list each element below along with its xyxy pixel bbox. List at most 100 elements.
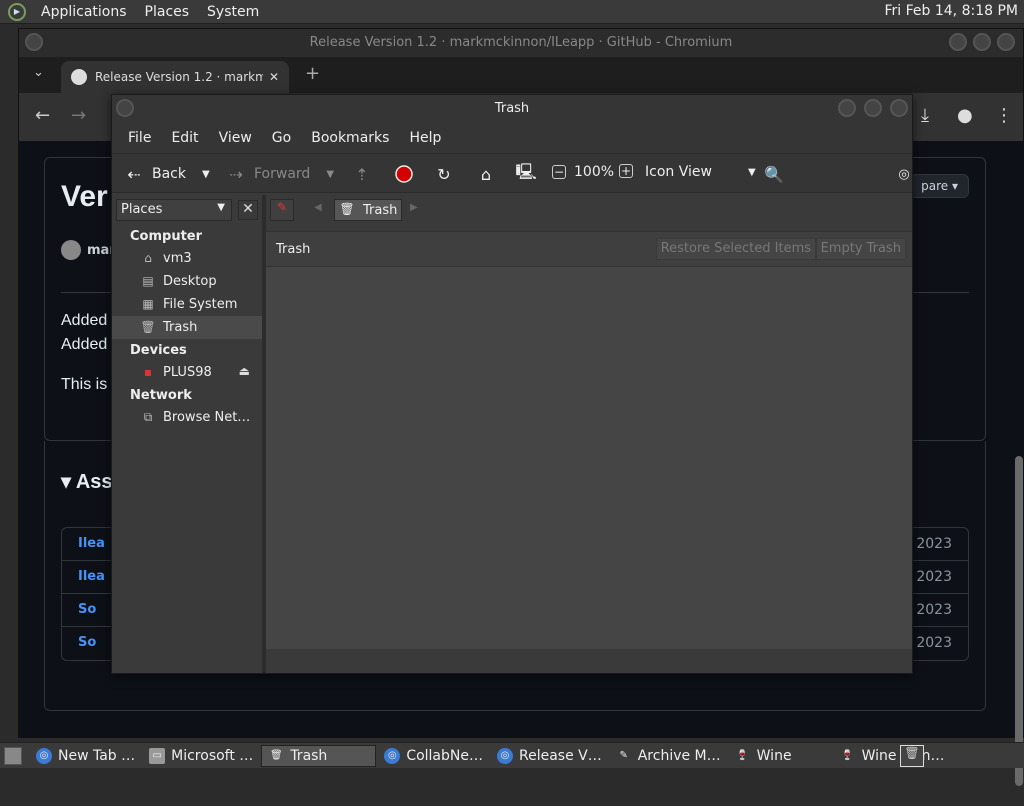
- sidebar-type-select[interactable]: Places▼: [116, 199, 232, 221]
- trash-applet-icon[interactable]: 🗑: [900, 745, 924, 767]
- profile-icon[interactable]: ●: [957, 105, 973, 126]
- wine-icon: 🍷: [840, 748, 856, 764]
- back-button[interactable]: ⇠Back▼: [124, 164, 210, 184]
- assets-heading[interactable]: ▾ Ass: [61, 469, 113, 494]
- filesystem-icon: ▦: [140, 297, 156, 313]
- trash-icon: 🗑: [268, 748, 284, 764]
- taskbar-item-wine-mono[interactable]: 🍷Wine Mon…: [834, 745, 951, 767]
- throbber-icon: ◎: [894, 164, 914, 184]
- sidebar-item-vm3[interactable]: ⌂vm3: [112, 247, 262, 270]
- sidebar-item-browse-network[interactable]: ⧉Browse Net…: [112, 406, 262, 429]
- sidebar-section-devices: Devices: [112, 339, 262, 361]
- menu-help[interactable]: Help: [399, 130, 451, 146]
- menu-applications[interactable]: Applications: [32, 4, 136, 20]
- wine-icon: 🍷: [735, 748, 751, 764]
- file-view-area[interactable]: [266, 267, 912, 649]
- path-button-trash[interactable]: 🗑Trash: [334, 199, 402, 221]
- window-menu-icon[interactable]: [25, 33, 43, 51]
- menu-places[interactable]: Places: [136, 4, 199, 20]
- new-tab-icon[interactable]: +: [305, 63, 320, 84]
- top-panel: ▶ Applications Places System Fri Feb 14,…: [0, 0, 1024, 24]
- taskbar-item-collabnet[interactable]: ◎CollabNe…: [378, 745, 489, 767]
- window-menu-icon[interactable]: [116, 99, 134, 117]
- sidebar: Places▼ ✕ Computer ⌂vm3 ▤Desktop ▦File S…: [112, 195, 262, 673]
- sidebar-item-desktop[interactable]: ▤Desktop: [112, 270, 262, 293]
- sidebar-close-button[interactable]: ✕: [238, 200, 258, 220]
- chromium-titlebar: Release Version 1.2 · markmckinnon/ILeap…: [19, 29, 1023, 57]
- reload-button[interactable]: ↻: [434, 164, 462, 184]
- info-bar-label: Trash: [276, 242, 310, 257]
- taskbar-item-release[interactable]: ◎Release V…: [491, 745, 608, 767]
- network-icon: ⧉: [140, 410, 156, 426]
- release-note-line: Added: [61, 312, 107, 330]
- zoom-in-button[interactable]: +: [619, 164, 641, 178]
- forward-button[interactable]: ⇢Forward▼: [226, 164, 334, 184]
- panel-clock[interactable]: Fri Feb 14, 8:18 PM: [885, 3, 1019, 19]
- zoom-out-button[interactable]: −100%: [552, 164, 614, 180]
- minimize-icon[interactable]: [838, 99, 856, 117]
- tab-close-icon[interactable]: ✕: [269, 70, 279, 84]
- trash-icon: 🗑: [339, 202, 355, 218]
- archive-icon: ✎: [616, 748, 632, 764]
- os-logo-icon[interactable]: ▶: [8, 3, 26, 21]
- forward-arrow-icon[interactable]: →: [71, 105, 86, 126]
- sidebar-section-network: Network: [112, 384, 262, 406]
- close-icon[interactable]: [890, 99, 908, 117]
- eject-icon[interactable]: ⏏: [239, 364, 250, 378]
- path-scroll-right-icon[interactable]: ▶: [410, 202, 418, 213]
- taskbar-item-microsoft[interactable]: ▭Microsoft …: [143, 745, 259, 767]
- forward-history-dropdown-icon[interactable]: ▼: [326, 169, 334, 180]
- search-button[interactable]: 🔍: [764, 164, 792, 184]
- release-author[interactable]: mar: [61, 240, 116, 260]
- reload-icon: ↻: [434, 164, 454, 184]
- menu-go[interactable]: Go: [262, 130, 301, 146]
- trash-window-title: Trash: [495, 101, 529, 116]
- taskbar-item-new-tab[interactable]: ◎New Tab …: [30, 745, 141, 767]
- stop-button[interactable]: [394, 164, 422, 184]
- back-history-dropdown-icon[interactable]: ▼: [202, 169, 210, 180]
- close-icon[interactable]: [997, 33, 1015, 51]
- show-desktop-icon[interactable]: [4, 747, 22, 765]
- empty-trash-button[interactable]: Empty Trash: [816, 238, 906, 260]
- sidebar-item-filesystem[interactable]: ▦File System: [112, 293, 262, 316]
- download-icon[interactable]: ⤓: [921, 105, 929, 126]
- taskbar-item-wine[interactable]: 🍷Wine: [729, 745, 832, 767]
- zoom-in-icon: +: [619, 164, 633, 178]
- home-button[interactable]: ⌂: [476, 164, 504, 184]
- release-heading: Ver: [61, 180, 108, 214]
- taskbar-item-archive[interactable]: ✎Archive M…: [610, 745, 727, 767]
- computer-icon: 🖳: [516, 164, 536, 184]
- menu-kebab-icon[interactable]: ⋮: [995, 105, 1013, 126]
- trash-titlebar[interactable]: Trash: [112, 95, 912, 123]
- chromium-window-title: Release Version 1.2 · markmckinnon/ILeap…: [310, 35, 733, 50]
- chromium-icon: ◎: [36, 748, 52, 764]
- menu-file[interactable]: File: [118, 130, 161, 146]
- scrollbar-thumb[interactable]: [1015, 456, 1023, 786]
- menu-view[interactable]: View: [209, 130, 262, 146]
- maximize-icon[interactable]: [973, 33, 991, 51]
- restore-selected-button[interactable]: Restore Selected Items: [656, 238, 816, 260]
- browser-tab[interactable]: Release Version 1.2 · markmc ✕: [61, 61, 289, 93]
- pathbar: ✎ ◀ 🗑Trash ▶: [266, 195, 912, 225]
- github-icon: [71, 69, 87, 85]
- sidebar-item-trash[interactable]: 🗑Trash: [112, 316, 262, 339]
- zoom-out-icon: −: [552, 165, 566, 179]
- menu-edit[interactable]: Edit: [161, 130, 208, 146]
- trash-info-bar: Trash Restore Selected Items Empty Trash: [266, 231, 912, 267]
- page-scrollbar[interactable]: [1015, 286, 1023, 806]
- sidebar-item-plus98[interactable]: ▪PLUS98⏏: [112, 361, 262, 384]
- tab-search-chevron-icon[interactable]: ⌄: [33, 65, 44, 80]
- location-edit-toggle[interactable]: ✎: [270, 199, 294, 221]
- taskbar-item-trash[interactable]: 🗑Trash: [261, 745, 376, 767]
- minimize-icon[interactable]: [949, 33, 967, 51]
- browser-tab-title: Release Version 1.2 · markmc: [95, 70, 263, 84]
- path-scroll-left-icon[interactable]: ◀: [314, 202, 322, 213]
- maximize-icon[interactable]: [864, 99, 882, 117]
- view-mode-select[interactable]: Icon View▼: [645, 164, 756, 180]
- up-button[interactable]: ⇡: [352, 164, 380, 184]
- menu-system[interactable]: System: [198, 4, 268, 20]
- up-arrow-icon: ⇡: [352, 164, 372, 184]
- back-arrow-icon[interactable]: ←: [35, 105, 50, 126]
- menu-bookmarks[interactable]: Bookmarks: [301, 130, 399, 146]
- computer-button[interactable]: 🖳: [516, 164, 544, 184]
